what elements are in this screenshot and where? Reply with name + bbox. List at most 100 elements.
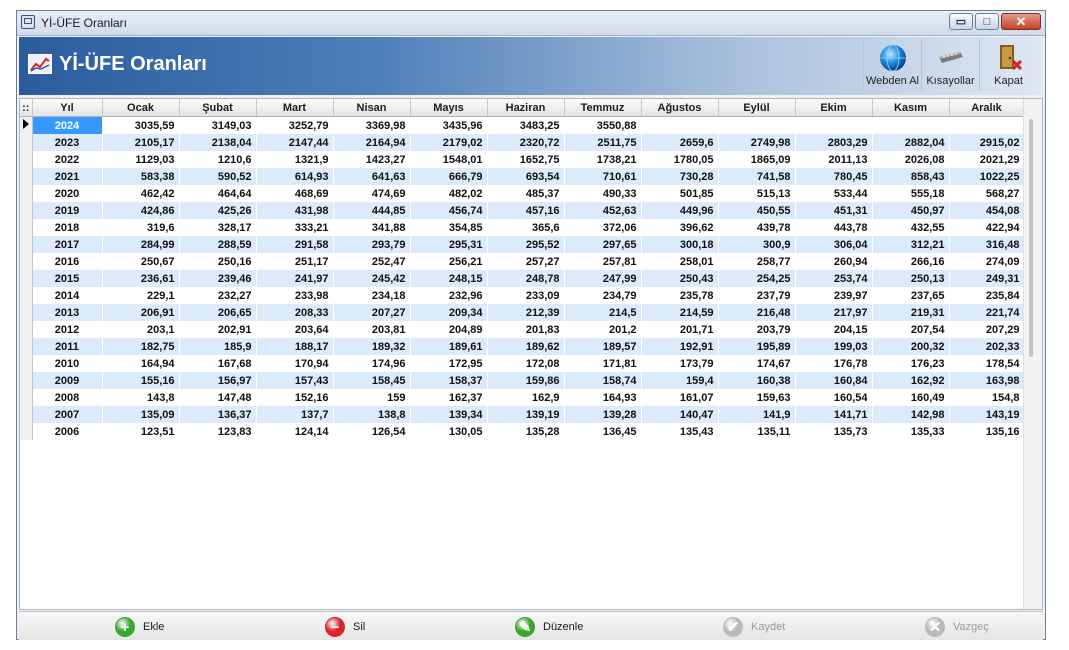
value-cell[interactable]: 464,64 (179, 185, 257, 202)
value-cell[interactable]: 260,94 (795, 253, 873, 270)
table-row[interactable]: 2023 2105,17 2138,04 2147,44 2164,94 2179,02 2… (20, 134, 1025, 151)
value-cell[interactable]: 254,25 (718, 270, 796, 287)
value-cell[interactable]: 156,97 (179, 372, 257, 389)
value-cell[interactable]: 2511,75 (564, 134, 642, 151)
value-cell[interactable]: 159,63 (718, 389, 796, 406)
value-cell[interactable]: 237,65 (872, 287, 950, 304)
value-cell[interactable]: 2179,02 (410, 134, 488, 151)
value-cell[interactable]: 2147,44 (256, 134, 334, 151)
value-cell[interactable]: 204,15 (795, 321, 873, 338)
value-cell[interactable]: 693,54 (487, 168, 565, 185)
value-cell[interactable]: 201,71 (641, 321, 719, 338)
value-cell[interactable]: 189,61 (410, 338, 488, 355)
value-cell[interactable]: 189,32 (333, 338, 411, 355)
value-cell[interactable]: 291,58 (256, 236, 334, 253)
table-row[interactable]: 2011 182,75 185,9 188,17 189,32 189,61 189,62 1… (20, 338, 1025, 355)
value-cell[interactable]: 424,86 (102, 202, 180, 219)
value-cell[interactable]: 189,57 (564, 338, 642, 355)
column-header[interactable]: Ekim (795, 99, 873, 117)
value-cell[interactable]: 2882,04 (872, 134, 950, 151)
value-cell[interactable]: 452,63 (564, 202, 642, 219)
value-cell[interactable]: 328,17 (179, 219, 257, 236)
value-cell[interactable]: 182,75 (102, 338, 180, 355)
year-cell[interactable]: 2020 (32, 185, 103, 202)
value-cell[interactable]: 431,98 (256, 202, 334, 219)
value-cell[interactable]: 641,63 (333, 168, 411, 185)
value-cell[interactable]: 730,28 (641, 168, 719, 185)
row-indicator[interactable] (20, 168, 33, 185)
value-cell[interactable]: 2011,13 (795, 151, 873, 168)
value-cell[interactable]: 158,74 (564, 372, 642, 389)
value-cell[interactable]: 160,54 (795, 389, 873, 406)
value-cell[interactable]: 485,37 (487, 185, 565, 202)
vazge--button[interactable]: ✕ Vazgeç (925, 617, 989, 637)
row-indicator[interactable] (20, 338, 33, 355)
year-cell[interactable]: 2017 (32, 236, 103, 253)
value-cell[interactable] (949, 116, 1025, 134)
value-cell[interactable]: 258,01 (641, 253, 719, 270)
value-cell[interactable]: 135,73 (795, 423, 873, 440)
column-header[interactable]: Şubat (179, 99, 257, 117)
value-cell[interactable]: 123,51 (102, 423, 180, 440)
value-cell[interactable]: 1865,09 (718, 151, 796, 168)
table-row[interactable]: 2013 206,91 206,65 208,33 207,27 209,34 212,39… (20, 304, 1025, 321)
value-cell[interactable]: 741,58 (718, 168, 796, 185)
value-cell[interactable]: 201,2 (564, 321, 642, 338)
value-cell[interactable]: 248,15 (410, 270, 488, 287)
value-cell[interactable]: 1423,27 (333, 151, 411, 168)
row-indicator[interactable] (20, 236, 33, 253)
value-cell[interactable]: 173,79 (641, 355, 719, 372)
year-cell[interactable]: 2016 (32, 253, 103, 270)
value-cell[interactable]: 136,37 (179, 406, 257, 423)
value-cell[interactable]: 583,38 (102, 168, 180, 185)
value-cell[interactable]: 142,98 (872, 406, 950, 423)
value-cell[interactable]: 159 (333, 389, 411, 406)
value-cell[interactable]: 160,84 (795, 372, 873, 389)
year-cell[interactable]: 2010 (32, 355, 103, 372)
value-cell[interactable]: 274,09 (949, 253, 1025, 270)
value-cell[interactable]: 174,96 (333, 355, 411, 372)
value-cell[interactable]: 457,16 (487, 202, 565, 219)
value-cell[interactable]: 341,88 (333, 219, 411, 236)
value-cell[interactable]: 319,6 (102, 219, 180, 236)
value-cell[interactable]: 176,23 (872, 355, 950, 372)
value-cell[interactable]: 234,18 (333, 287, 411, 304)
value-cell[interactable]: 206,91 (102, 304, 180, 321)
value-cell[interactable]: 203,64 (256, 321, 334, 338)
row-indicator[interactable] (20, 116, 33, 134)
value-cell[interactable]: 207,29 (949, 321, 1025, 338)
value-cell[interactable]: 233,09 (487, 287, 565, 304)
column-header[interactable]: Temmuz (564, 99, 642, 117)
value-cell[interactable]: 143,19 (949, 406, 1025, 423)
value-cell[interactable]: 2026,08 (872, 151, 950, 168)
value-cell[interactable]: 468,69 (256, 185, 334, 202)
value-cell[interactable]: 250,13 (872, 270, 950, 287)
value-cell[interactable]: 568,27 (949, 185, 1025, 202)
value-cell[interactable]: 162,9 (487, 389, 565, 406)
value-cell[interactable]: 251,17 (256, 253, 334, 270)
table-row[interactable]: 2017 284,99 288,59 291,58 293,79 295,31 295,52… (20, 236, 1025, 253)
value-cell[interactable]: 176,78 (795, 355, 873, 372)
value-cell[interactable]: 284,99 (102, 236, 180, 253)
table-row[interactable]: 2019 424,86 425,26 431,98 444,85 456,74 457,16… (20, 202, 1025, 219)
year-cell[interactable]: 2009 (32, 372, 103, 389)
value-cell[interactable]: 136,45 (564, 423, 642, 440)
row-indicator[interactable] (20, 219, 33, 236)
year-cell[interactable]: 2012 (32, 321, 103, 338)
column-header[interactable]: Yıl (32, 99, 103, 117)
value-cell[interactable]: 590,52 (179, 168, 257, 185)
maximize-button[interactable]: □ (975, 13, 999, 30)
table-row[interactable]: 2018 319,6 328,17 333,21 341,88 354,85 365,6 37… (20, 219, 1025, 236)
value-cell[interactable]: 162,92 (872, 372, 950, 389)
row-indicator[interactable] (20, 389, 33, 406)
table-row[interactable]: 2008 143,8 147,48 152,16 159 162,37 162,9 164,9… (20, 389, 1025, 406)
value-cell[interactable]: 232,96 (410, 287, 488, 304)
value-cell[interactable]: 207,27 (333, 304, 411, 321)
value-cell[interactable]: 217,97 (795, 304, 873, 321)
value-cell[interactable]: 140,47 (641, 406, 719, 423)
table-row[interactable]: 2006 123,51 123,83 124,14 126,54 130,05 135,28… (20, 423, 1025, 440)
value-cell[interactable]: 135,16 (949, 423, 1025, 440)
value-cell[interactable]: 236,61 (102, 270, 180, 287)
value-cell[interactable]: 202,33 (949, 338, 1025, 355)
value-cell[interactable]: 214,59 (641, 304, 719, 321)
